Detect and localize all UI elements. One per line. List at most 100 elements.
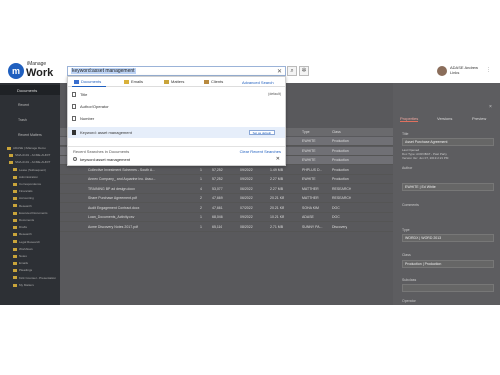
- table-row[interactable]: Acme Discovery Notes 2017.pdf 1 65,116 08/2…: [60, 223, 393, 232]
- tab-versions[interactable]: Versions: [437, 116, 452, 121]
- tab-matters[interactable]: Matters: [164, 79, 184, 84]
- folder-icon: [13, 240, 17, 244]
- table-row[interactable]: Annex Company_ and Aquarine Inc. Assu...…: [60, 175, 393, 184]
- folder-tree-item[interactable]: Legal Research: [3, 239, 59, 245]
- table-cell-ver: 1: [200, 224, 202, 229]
- author-field[interactable]: EWHITE | Ed White: [402, 183, 494, 191]
- table-cell-type: ADASE: [302, 215, 314, 219]
- folder-tree-item[interactable]: Drafts: [3, 224, 59, 230]
- folder-tree-item[interactable]: Kick Counsel - Presentation: [3, 275, 59, 281]
- folder-tree-label: Accounting: [19, 196, 34, 201]
- folder-tree-item[interactable]: Financials: [3, 188, 59, 194]
- table-cell-author: 20.21 KB: [270, 205, 285, 210]
- table-cell-author: 10.21 KB: [270, 215, 285, 219]
- folder-tree-item[interactable]: Executed Documents: [3, 210, 59, 216]
- sidebar-item-recent[interactable]: Recent: [0, 101, 60, 109]
- search-input-value[interactable]: keyword:asset management: [71, 68, 136, 74]
- table-row[interactable]: Loan_Documents_Activity.csv 1 68,046 09/202…: [60, 213, 393, 222]
- search-field-keyword[interactable]: Keyword: asset management Set as default: [68, 127, 285, 138]
- sidebar-item-documents[interactable]: Documents: [0, 85, 60, 95]
- folder-tree-item[interactable]: ADASE | iManage Demo: [3, 145, 59, 151]
- folder-icon: [13, 269, 17, 273]
- table-cell-cls: Production: [332, 158, 349, 162]
- class-field[interactable]: Production | Production: [402, 260, 494, 268]
- folder-tree-item[interactable]: Accounting: [3, 195, 59, 201]
- folder-tree-item[interactable]: Correspondence: [3, 181, 59, 187]
- recent-search-item[interactable]: keyword:asset management ✕: [68, 155, 285, 164]
- folder-icon: [13, 233, 17, 237]
- search-field-title[interactable]: Title (default): [68, 89, 285, 100]
- tab-emails[interactable]: Emails: [124, 79, 143, 84]
- table-cell-cls: Production: [332, 167, 349, 172]
- document-icon: [72, 130, 76, 135]
- table-cell-name: Acme Discovery Notes 2017.pdf: [88, 224, 138, 229]
- table-cell-edited: 09/2022: [240, 177, 253, 181]
- table-cell-cls: RESEARCH: [332, 186, 352, 191]
- folder-tree-item[interactable]: Pleadings: [3, 267, 59, 273]
- tab-preview[interactable]: Preview: [472, 116, 486, 121]
- user-sub-text: Links: [450, 70, 460, 75]
- folder-tree-item[interactable]: Lease (Subsequent): [3, 167, 59, 173]
- clear-recent-searches-link[interactable]: Clear Recent Searches: [240, 149, 281, 154]
- tab-documents[interactable]: Documents: [74, 79, 101, 84]
- folder-tree-item[interactable]: Emails: [3, 260, 59, 266]
- folder-tree-label: Executed Documents: [19, 210, 48, 215]
- folder-tree-label: Documents: [19, 218, 35, 222]
- table-cell-edited: 08/2022: [240, 224, 253, 229]
- folder-tree-item[interactable]: Notes: [3, 253, 59, 259]
- search-button[interactable]: ⌕: [287, 66, 297, 76]
- type-field[interactable]: WORDX | WORD 2013: [402, 234, 494, 242]
- search-field-author[interactable]: Author/Operator: [68, 101, 285, 112]
- table-cell-size: 47,661: [212, 205, 223, 210]
- folder-tree-item[interactable]: Workflows: [3, 246, 59, 252]
- tab-clients[interactable]: Clients: [204, 79, 223, 84]
- sidebar-item-trash[interactable]: Recent Matters: [0, 131, 60, 139]
- folder-tree-item[interactable]: Research: [3, 231, 59, 237]
- set-default-button[interactable]: Set as default: [248, 130, 275, 135]
- avatar[interactable]: [437, 66, 447, 76]
- search-field-number-label: Number: [80, 116, 95, 121]
- folder-tree-item[interactable]: Documents: [3, 217, 59, 223]
- table-cell-size: 47,669: [212, 196, 223, 200]
- table-row[interactable]: TRAINING BP ad design.docx 4 53,077 06/2022…: [60, 185, 393, 194]
- table-cell-size: 57,252: [212, 177, 223, 181]
- close-panel-icon[interactable]: ×: [489, 104, 492, 110]
- table-cell-cls: Production: [332, 177, 349, 181]
- imanage-logo-icon[interactable]: m: [8, 63, 24, 79]
- subclass-label: Subclass: [402, 278, 417, 282]
- folder-tree-label: Research: [19, 232, 32, 237]
- folder-tree-item[interactable]: Research: [3, 203, 59, 209]
- folder-tree-item[interactable]: My Matters: [3, 282, 59, 288]
- clear-search-icon[interactable]: ✕: [277, 68, 282, 75]
- subclass-field[interactable]: [402, 284, 494, 292]
- folder-tree-item[interactable]: SMA-0101 - ACME-AUDIT: [3, 159, 59, 165]
- column-header-class[interactable]: Class: [332, 128, 341, 136]
- folder-tree-item[interactable]: Administration: [3, 174, 59, 180]
- sidebar-item-recent-matters[interactable]: Trash: [0, 116, 60, 124]
- table-cell-size: 57,252: [212, 167, 223, 172]
- remove-recent-icon[interactable]: ✕: [276, 155, 280, 164]
- table-row[interactable]: Share Purchase Agreement.pdf 2 47,669 06/20…: [60, 194, 393, 203]
- recent-searches-heading: Recent Searches in Documents: [73, 149, 130, 154]
- table-cell-author: 2.27 MB: [270, 186, 284, 191]
- folder-tree-label: Lease (Subsequent): [19, 167, 47, 172]
- search-input[interactable]: keyword:asset management ✕: [67, 66, 286, 76]
- folder-tree-item[interactable]: SMA-0101 - ACME-AUDIT: [3, 152, 59, 158]
- folder-icon: [13, 218, 17, 222]
- class-label: Class: [402, 253, 411, 257]
- user-menu-icon[interactable]: ⋮: [486, 67, 491, 73]
- search-field-number[interactable]: Number: [68, 113, 285, 124]
- author-label: Author: [402, 166, 413, 170]
- search-settings-button[interactable]: ✲: [299, 66, 309, 76]
- folder-icon: [9, 161, 13, 165]
- person-icon: [72, 104, 76, 109]
- table-row[interactable]: Collective Investment Schemes - South A.…: [60, 166, 393, 175]
- tab-properties[interactable]: Properties: [400, 116, 419, 122]
- table-row[interactable]: Audit Engagement Contract.docx 2 47,661 07/…: [60, 204, 393, 213]
- advanced-search-link[interactable]: Advanced Search: [242, 80, 274, 85]
- history-icon: [73, 157, 77, 161]
- column-header-type[interactable]: Type: [302, 128, 310, 136]
- title-field[interactable]: Asset Purchase Agreement: [402, 138, 494, 146]
- table-cell-edited: 09/2022: [240, 215, 253, 219]
- table-cell-cls: RESEARCH: [332, 196, 352, 200]
